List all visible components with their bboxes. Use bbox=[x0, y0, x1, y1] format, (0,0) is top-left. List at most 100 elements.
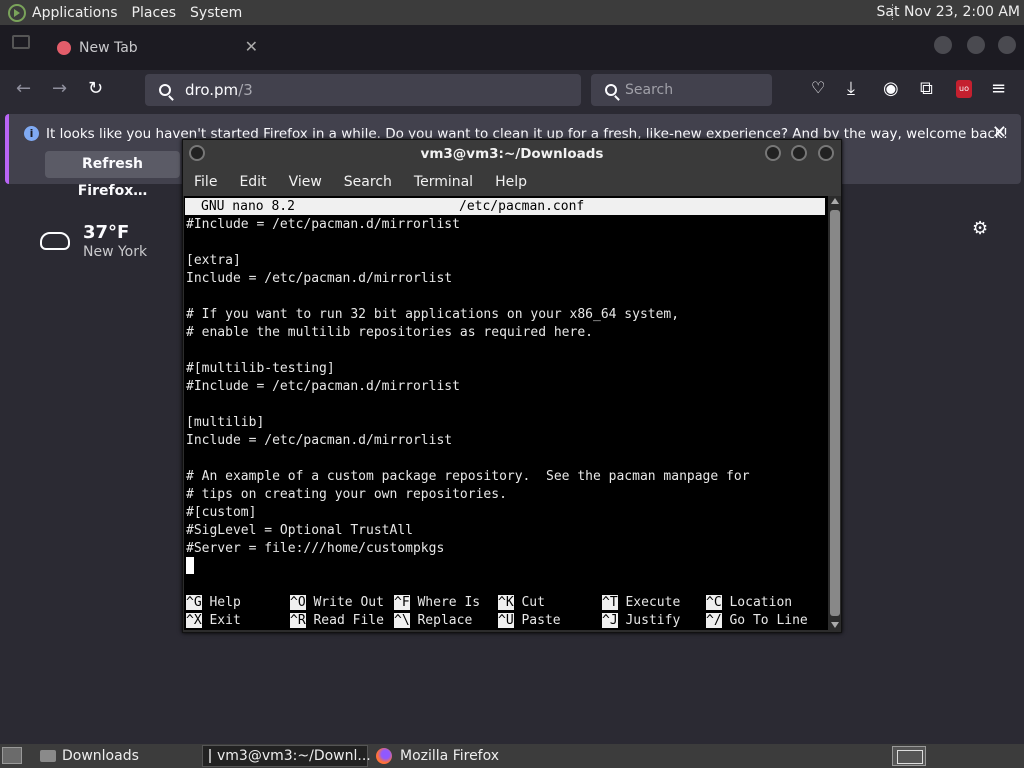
nano-header: GNU nano 8.2 /etc/pacman.conf bbox=[185, 198, 825, 215]
text-cursor bbox=[186, 557, 194, 574]
tab-title: New Tab bbox=[79, 40, 138, 56]
file-line bbox=[186, 450, 750, 468]
shortcut-read-file: ^R Read File bbox=[290, 613, 384, 628]
workspace-switcher[interactable] bbox=[892, 746, 926, 766]
file-line: #Include = /etc/pacman.d/mirrorlist bbox=[186, 217, 460, 232]
file-line: #[custom] bbox=[186, 505, 257, 520]
tab-list-icon[interactable] bbox=[12, 35, 30, 49]
minimize-button[interactable] bbox=[934, 36, 952, 54]
terminal-menubar: File Edit View Search Terminal Help bbox=[183, 168, 841, 196]
scrollbar-thumb[interactable] bbox=[830, 210, 840, 616]
file-line: # If you want to run 32 bit applications… bbox=[186, 307, 680, 322]
hamburger-menu-icon[interactable]: ≡ bbox=[991, 78, 1006, 99]
file-line: #SigLevel = Optional TrustAll bbox=[186, 523, 413, 538]
taskbar: Downloads vm3@vm3:~/Downl... Mozilla Fir… bbox=[0, 744, 1024, 768]
file-line bbox=[186, 234, 750, 252]
ublock-origin-icon[interactable]: uo bbox=[956, 80, 972, 98]
extensions-icon[interactable]: ⧉ bbox=[920, 78, 933, 99]
file-line: # An example of a custom package reposit… bbox=[186, 469, 750, 484]
minimize-button[interactable] bbox=[765, 145, 781, 161]
taskbar-item-downloads[interactable]: Downloads bbox=[34, 745, 196, 767]
shortcut-write-out: ^O Write Out bbox=[290, 595, 384, 610]
terminal-scrollbar[interactable] bbox=[829, 196, 841, 630]
firefox-icon bbox=[376, 748, 392, 764]
file-line: #Server = file:///home/custompkgs bbox=[186, 541, 445, 556]
window-menu-button[interactable] bbox=[189, 145, 205, 161]
terminal-window: vm3@vm3:~/Downloads File Edit View Searc… bbox=[182, 139, 842, 633]
file-contents[interactable]: #Include = /etc/pacman.d/mirrorlist [ext… bbox=[186, 216, 750, 558]
shortcut-location: ^C Location bbox=[706, 595, 793, 610]
reload-icon[interactable]: ↻ bbox=[88, 78, 103, 99]
shortcut-justify: ^J Justify bbox=[602, 613, 681, 628]
file-line bbox=[186, 396, 750, 414]
tab-new-tab[interactable]: New Tab ✕ bbox=[45, 33, 270, 63]
menu-applications[interactable]: Applications bbox=[32, 5, 118, 21]
terminal-titlebar[interactable]: vm3@vm3:~/Downloads bbox=[183, 140, 841, 168]
file-line: [extra] bbox=[186, 253, 241, 268]
menu-file[interactable]: File bbox=[194, 174, 217, 190]
menu-help[interactable]: Help bbox=[495, 174, 527, 190]
menu-system[interactable]: System bbox=[190, 5, 242, 21]
maximize-button[interactable] bbox=[967, 36, 985, 54]
url-bar[interactable]: dro.pm/3 bbox=[145, 74, 581, 106]
taskbar-item-terminal[interactable]: vm3@vm3:~/Downl... bbox=[202, 745, 371, 767]
scroll-down-icon[interactable] bbox=[831, 622, 839, 628]
navigation-toolbar: ← → ↻ dro.pm/3 Search ♡ ⤓ ◉ ⧉ uo ≡ bbox=[0, 70, 1024, 110]
folder-icon bbox=[40, 750, 56, 762]
menu-terminal[interactable]: Terminal bbox=[414, 174, 473, 190]
search-icon bbox=[159, 84, 171, 96]
file-line: [multilib] bbox=[186, 415, 265, 430]
file-line: Include = /etc/pacman.d/mirrorlist bbox=[186, 433, 453, 448]
maximize-button[interactable] bbox=[791, 145, 807, 161]
terminal-icon bbox=[209, 749, 211, 763]
file-line: Include = /etc/pacman.d/mirrorlist bbox=[186, 271, 453, 286]
file-line: #Include = /etc/pacman.d/mirrorlist bbox=[186, 379, 460, 394]
shortcut-cut: ^K Cut bbox=[498, 595, 545, 610]
close-button[interactable] bbox=[818, 145, 834, 161]
weather-city: New York bbox=[83, 244, 148, 260]
search-placeholder: Search bbox=[625, 82, 674, 98]
clock[interactable]: Sat Nov 23, 2:00 AM bbox=[877, 4, 1020, 20]
file-line bbox=[186, 342, 750, 360]
file-line: #[multilib-testing] bbox=[186, 361, 335, 376]
nano-filename: /etc/pacman.conf bbox=[459, 199, 585, 214]
temperature: 37°F bbox=[83, 222, 130, 243]
cloud-icon bbox=[40, 232, 70, 250]
menu-search[interactable]: Search bbox=[344, 174, 392, 190]
menu-places[interactable]: Places bbox=[132, 5, 177, 21]
browser-tab-bar: New Tab ✕ bbox=[0, 25, 1024, 70]
shortcut-help: ^G Help bbox=[186, 595, 241, 610]
file-line: # enable the multilib repositories as re… bbox=[186, 325, 593, 340]
show-desktop-button[interactable] bbox=[2, 747, 22, 764]
downloads-icon[interactable]: ⤓ bbox=[847, 78, 855, 99]
pocket-icon[interactable]: ♡ bbox=[811, 78, 825, 97]
tab-close-icon[interactable]: ✕ bbox=[245, 37, 258, 56]
file-line: # tips on creating your own repositories… bbox=[186, 487, 507, 502]
menu-edit[interactable]: Edit bbox=[239, 174, 266, 190]
refresh-firefox-button[interactable]: Refresh Firefox… bbox=[45, 151, 180, 199]
close-window-button[interactable] bbox=[998, 36, 1016, 54]
shortcut-paste: ^U Paste bbox=[498, 613, 561, 628]
firefox-favicon-icon bbox=[57, 41, 71, 55]
close-icon[interactable]: ✕ bbox=[992, 122, 1007, 143]
file-line bbox=[186, 288, 750, 306]
nano-version: GNU nano 8.2 bbox=[201, 199, 295, 214]
search-bar[interactable]: Search bbox=[591, 74, 772, 106]
forward-arrow-icon[interactable]: → bbox=[52, 78, 67, 99]
account-icon[interactable]: ◉ bbox=[883, 78, 899, 99]
applications-logo-icon[interactable] bbox=[8, 3, 26, 22]
gear-icon[interactable]: ⚙ bbox=[972, 218, 988, 239]
shortcut-where-is: ^F Where Is bbox=[394, 595, 481, 610]
shortcut-exit: ^X Exit bbox=[186, 613, 241, 628]
terminal-screen[interactable]: GNU nano 8.2 /etc/pacman.conf #Include =… bbox=[184, 196, 828, 630]
url-host: dro.pm bbox=[185, 81, 239, 99]
scroll-up-icon[interactable] bbox=[831, 198, 839, 204]
taskbar-item-firefox[interactable]: Mozilla Firefox bbox=[368, 745, 538, 767]
back-arrow-icon[interactable]: ← bbox=[16, 78, 31, 99]
shortcut-replace: ^\ Replace bbox=[394, 613, 473, 628]
top-panel: Applications Places System Sat Nov 23, 2… bbox=[0, 0, 1024, 25]
shortcut-execute: ^T Execute bbox=[602, 595, 681, 610]
terminal-title: vm3@vm3:~/Downloads bbox=[420, 146, 604, 162]
menu-view[interactable]: View bbox=[289, 174, 322, 190]
info-icon: i bbox=[24, 126, 39, 141]
